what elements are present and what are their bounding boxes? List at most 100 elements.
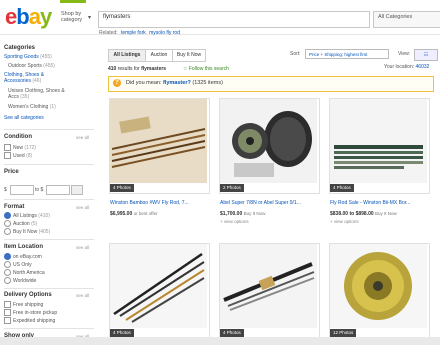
star-icon: ☆ [183,66,188,72]
listing-price: $838.00 to $898.00 Buy It Now [330,211,397,217]
condition-see-all-link[interactable]: see all [76,135,89,140]
condition-option[interactable]: Used (8) [4,152,32,159]
condition-option[interactable]: New (172) [4,144,36,151]
listing-title-link[interactable]: Fly Rod Sale - Winston Bii-MX Bor... [330,200,430,206]
checkbox[interactable] [4,317,11,324]
tab-all-listings[interactable]: All Listings [108,49,146,62]
search-input-value: flymasters [103,14,131,20]
photo-count-badge: 4 Photos [330,184,354,192]
item-location-heading: Item Location [4,244,44,250]
photo-count-badge: 12 Photos [330,329,357,337]
divider [4,129,94,130]
radio[interactable] [4,253,11,260]
results-summary: 410 results for flymasters [108,66,167,72]
logo-letter-e: e [5,4,17,29]
bottom-strip [0,337,440,345]
category-link[interactable]: Clothing, Shoes & Accessories (46) [4,72,64,84]
related-label: Related: [99,30,118,36]
radio[interactable] [4,277,11,284]
related-searches: Related: temple fork mysolo fly rod [99,30,180,36]
view-options-link[interactable]: + view options [330,219,359,224]
fly-rods-image [110,244,207,328]
delivery-see-all-link[interactable]: see all [76,293,89,298]
divider [4,288,94,289]
radio[interactable] [4,212,11,219]
listing-thumbnail[interactable] [110,99,207,183]
category-link[interactable]: Unisex Clothing, Shoes & Accs (35) [8,88,70,100]
radio[interactable] [4,261,11,268]
listing-title-link[interactable]: Abel Super 7/8N or Abel Super 9/1... [220,200,320,206]
view-select[interactable]: ☷ [414,49,438,61]
view-label: View: [398,51,411,57]
follow-search-link[interactable]: ☆ Follow this search [183,66,229,72]
category-link[interactable]: Sporting Goods (455) [4,54,52,60]
search-input[interactable] [98,11,370,28]
listing-thumbnail[interactable] [110,244,207,328]
rod-tube-image [220,244,317,328]
header-accent-bar [60,0,86,3]
rod-case-image [330,99,427,183]
listing-thumbnail[interactable] [330,244,427,328]
location-option[interactable]: North America [4,269,45,276]
photo-count-badge: 4 Photos [110,184,134,192]
tab-buy-it-now[interactable]: Buy It Now [172,49,206,62]
price-max-input[interactable] [46,185,70,195]
results-query: flymasters [141,66,167,72]
price-submit-button[interactable] [71,185,83,195]
chevron-down-icon: ▾ [88,15,92,21]
results-count: 410 [108,66,117,72]
listing-thumbnail[interactable] [330,99,427,183]
category-link[interactable]: Outdoor Sports (455) [8,63,55,69]
delivery-option[interactable]: Expedited shipping [4,317,55,324]
info-icon: ? [113,79,121,87]
delivery-option[interactable]: Free shipping [4,301,43,308]
price-heading: Price [4,169,19,175]
divider [4,328,94,329]
fly-rods-image [110,99,207,183]
delivery-options-heading: Delivery Options [4,292,52,298]
related-link[interactable]: temple fork [121,30,146,36]
radio[interactable] [4,228,11,235]
see-all-categories-link[interactable]: See all categories [4,115,44,121]
format-option[interactable]: All Listings (410) [4,212,50,219]
listing-thumbnail[interactable] [220,99,317,183]
fly-reels-image [220,99,317,183]
location-zip-link[interactable]: 46032 [416,64,430,70]
delivery-option[interactable]: Free in-store pickup [4,309,57,316]
shop-by-category-button[interactable]: Shop by category [61,11,87,23]
did-you-mean-suggestion-link[interactable]: flymaster? [163,80,191,86]
your-location: Your location: 46032 [384,64,430,70]
radio[interactable] [4,220,11,227]
divider [4,199,94,200]
divider [4,239,94,240]
format-see-all-link[interactable]: see all [76,205,89,210]
checkbox[interactable] [4,309,11,316]
radio[interactable] [4,269,11,276]
format-option[interactable]: Auction (5) [4,220,37,227]
fly-reel-image [330,244,427,328]
location-option[interactable]: Worldwide [4,277,36,284]
logo-letter-b: b [16,4,29,29]
listing-thumbnail[interactable] [220,244,317,328]
location-option[interactable]: US Only [4,261,32,268]
checkbox[interactable] [4,152,11,159]
sort-select[interactable]: Price + Shipping: highest first [305,49,389,59]
photo-count-badge: 2 Photos [220,184,244,192]
checkbox[interactable] [4,301,11,308]
location-see-all-link[interactable]: see all [76,245,89,250]
price-min-input[interactable] [10,185,34,195]
format-heading: Format [4,204,25,210]
checkbox[interactable] [4,144,11,151]
photo-count-badge: 4 Photos [110,329,134,337]
listing-title-link[interactable]: Winston Bamboo #WV Fly Rod, 7... [110,200,210,206]
category-select-value: All Categories [378,14,413,20]
location-option[interactable]: on eBay.com [4,253,42,260]
related-link[interactable]: mysolo fly rod [149,30,180,36]
price-from-label: $ [4,187,7,193]
format-option[interactable]: Buy It Now (405) [4,228,50,235]
category-link[interactable]: Women's Clothing (1) [8,104,56,110]
tab-auction[interactable]: Auction [145,49,173,62]
ebay-logo[interactable]: ebay [5,4,52,30]
sort-label: Sort: [290,51,301,57]
view-options-link[interactable]: + view options [220,219,249,224]
